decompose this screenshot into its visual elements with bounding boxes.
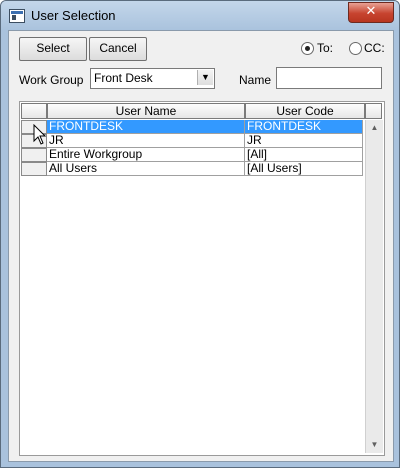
user-code-cell[interactable]: JR: [245, 134, 363, 148]
user-name-cell[interactable]: Entire Workgroup: [47, 148, 245, 162]
user-name-cell[interactable]: FRONTDESK: [47, 120, 245, 134]
mouse-cursor-icon: [33, 124, 47, 145]
title-bar[interactable]: User Selection ✕: [1, 1, 399, 31]
user-grid: User Name User Code FRONTDESK FRONTDESK …: [19, 101, 385, 456]
to-radio-label: To:: [317, 41, 334, 55]
row-selector[interactable]: [21, 162, 47, 176]
user-code-cell[interactable]: [All]: [245, 148, 363, 162]
name-label: Name: [239, 73, 272, 87]
select-button[interactable]: Select: [19, 37, 87, 61]
to-radio[interactable]: [301, 42, 314, 55]
cancel-button[interactable]: Cancel: [89, 37, 147, 61]
column-header-user-name[interactable]: User Name: [47, 103, 245, 119]
user-name-cell[interactable]: JR: [47, 134, 245, 148]
scroll-up-icon[interactable]: ▲: [366, 120, 383, 136]
row-selector[interactable]: [21, 148, 47, 162]
app-window-icon: [9, 9, 25, 23]
header-filler: [365, 103, 382, 119]
work-group-value: Front Desk: [94, 71, 153, 85]
scroll-down-icon[interactable]: ▼: [366, 437, 383, 453]
dropdown-arrow-icon[interactable]: ▼: [197, 70, 213, 85]
window-title: User Selection: [31, 8, 116, 23]
row-header-corner: [21, 103, 47, 119]
name-input[interactable]: [276, 67, 382, 89]
work-group-label: Work Group: [19, 73, 84, 87]
close-button[interactable]: ✕: [348, 2, 394, 23]
dialog-body: Select Cancel To: CC: Work Group Front D…: [8, 30, 394, 462]
user-selection-window: User Selection ✕ Select Cancel To: CC: W…: [0, 0, 400, 468]
work-group-select[interactable]: Front Desk ▼: [90, 68, 215, 89]
user-name-cell[interactable]: All Users: [47, 162, 245, 176]
column-header-user-code[interactable]: User Code: [245, 103, 365, 119]
user-code-cell[interactable]: FRONTDESK: [245, 120, 363, 134]
vertical-scrollbar[interactable]: ▲ ▼: [365, 120, 383, 453]
cc-radio-label: CC:: [364, 41, 385, 55]
cc-radio[interactable]: [349, 42, 362, 55]
user-code-cell[interactable]: [All Users]: [245, 162, 363, 176]
